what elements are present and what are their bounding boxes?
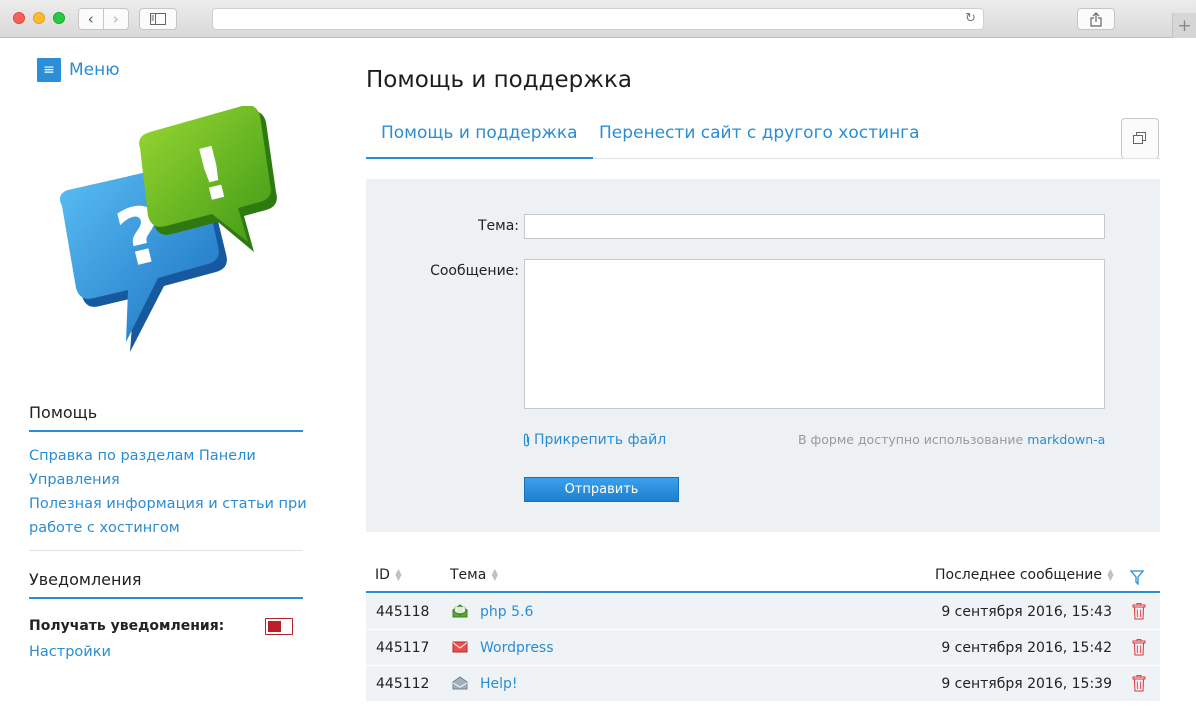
closed-envelope-red-icon bbox=[452, 641, 468, 653]
column-subject-label: Тема bbox=[450, 567, 487, 583]
minimize-window-button[interactable] bbox=[33, 12, 45, 24]
trash-icon[interactable] bbox=[1132, 603, 1146, 620]
ticket-date: 9 сентября 2016, 15:39 bbox=[941, 676, 1112, 692]
notifications-toggle[interactable] bbox=[265, 618, 293, 635]
support-speech-bubbles-icon: ? ! bbox=[60, 106, 277, 352]
markdown-note: В форме доступно использование markdown-… bbox=[798, 432, 1105, 447]
attach-file-link[interactable]: Прикрепить файл bbox=[522, 432, 666, 448]
column-subject[interactable]: Тема ▲ ▼ bbox=[450, 567, 499, 583]
share-button[interactable] bbox=[1077, 8, 1115, 30]
hamburger-icon: ≡ bbox=[37, 58, 61, 82]
column-id[interactable]: ID ▲ ▼ bbox=[375, 567, 403, 583]
sidebar-divider bbox=[29, 550, 303, 551]
help-link-panel-reference-cont[interactable]: Управления bbox=[29, 468, 120, 492]
share-icon bbox=[1090, 11, 1102, 27]
ticket-id: 445117 bbox=[376, 640, 430, 656]
browser-toolbar: ‹ › ↻ bbox=[0, 0, 1196, 159]
help-link-useful-info-cont[interactable]: работе с хостингом bbox=[29, 516, 180, 540]
column-last-message[interactable]: Последнее сообщение ▲ ▼ bbox=[935, 567, 1115, 583]
menu-toggle[interactable]: ≡ Меню bbox=[37, 58, 120, 82]
filter-icon[interactable] bbox=[1130, 570, 1144, 585]
zoom-window-button[interactable] bbox=[53, 12, 65, 24]
ticket-date: 9 сентября 2016, 15:42 bbox=[941, 640, 1112, 656]
back-button[interactable]: ‹ bbox=[79, 9, 104, 29]
sort-icon: ▲ ▼ bbox=[491, 567, 498, 582]
ticket-date: 9 сентября 2016, 15:43 bbox=[941, 604, 1112, 620]
subject-input[interactable] bbox=[524, 214, 1105, 239]
column-last-message-label: Последнее сообщение bbox=[935, 567, 1102, 583]
column-id-label: ID bbox=[375, 567, 390, 583]
markdown-note-text: В форме доступно использование bbox=[798, 432, 1028, 447]
close-window-button[interactable] bbox=[13, 12, 25, 24]
ticket-subject-link[interactable]: php 5.6 bbox=[480, 604, 533, 620]
ticket-id: 445112 bbox=[376, 676, 430, 692]
sort-icon: ▲ ▼ bbox=[1107, 567, 1114, 582]
sort-icon: ▲ ▼ bbox=[395, 567, 402, 582]
message-label: Сообщение: bbox=[430, 263, 519, 279]
trash-icon[interactable] bbox=[1132, 639, 1146, 656]
tab-help-support[interactable]: Помощь и поддержка bbox=[366, 118, 593, 159]
submit-button[interactable]: Отправить bbox=[524, 477, 679, 502]
help-link-useful-info[interactable]: Полезная информация и статьи при bbox=[29, 492, 307, 516]
paperclip-icon bbox=[523, 433, 530, 447]
subject-label: Тема: bbox=[477, 218, 519, 234]
new-tab-button[interactable]: + bbox=[1172, 13, 1196, 38]
receive-notifications-label: Получать уведомления: bbox=[29, 618, 225, 634]
help-link-panel-reference[interactable]: Справка по разделам Панели bbox=[29, 444, 256, 468]
message-textarea[interactable] bbox=[524, 259, 1105, 409]
table-row[interactable]: 445112 Help! 9 сентября 2016, 15:39 bbox=[366, 666, 1160, 702]
sidebar-toggle-button[interactable] bbox=[139, 8, 177, 30]
ticket-subject-link[interactable]: Help! bbox=[480, 676, 518, 692]
page-title: Помощь и поддержка bbox=[366, 67, 632, 93]
tabs-bar: Помощь и поддержка Перенести сайт с друг… bbox=[366, 118, 1160, 159]
open-envelope-gray-icon bbox=[452, 676, 468, 690]
forward-button[interactable]: › bbox=[104, 9, 128, 29]
table-row[interactable]: 445117 Wordpress 9 сентября 2016, 15:42 bbox=[366, 630, 1160, 666]
notifications-section-title: Уведомления bbox=[29, 570, 303, 599]
trash-icon[interactable] bbox=[1132, 675, 1146, 692]
menu-label: Меню bbox=[69, 60, 120, 80]
attach-file-label: Прикрепить файл bbox=[534, 432, 667, 448]
ticket-subject-link[interactable]: Wordpress bbox=[480, 640, 554, 656]
tickets-table-header: ID ▲ ▼ Тема ▲ ▼ Последнее сообщение ▲ ▼ bbox=[366, 560, 1160, 593]
sidebar-icon bbox=[150, 13, 166, 25]
history-nav: ‹ › bbox=[78, 8, 129, 30]
address-bar[interactable]: ↻ bbox=[212, 8, 984, 30]
open-envelope-green-icon bbox=[452, 604, 468, 618]
settings-link[interactable]: Настройки bbox=[29, 640, 111, 664]
toggle-knob bbox=[268, 621, 281, 632]
table-row[interactable]: 445118 php 5.6 9 сентября 2016, 15:43 bbox=[366, 594, 1160, 630]
help-section-title: Помощь bbox=[29, 403, 303, 432]
ticket-id: 445118 bbox=[376, 604, 430, 620]
markdown-link[interactable]: markdown-a bbox=[1027, 432, 1105, 447]
reload-icon[interactable]: ↻ bbox=[965, 11, 976, 26]
tab-transfer-site[interactable]: Перенести сайт с другого хостинга bbox=[584, 118, 935, 159]
